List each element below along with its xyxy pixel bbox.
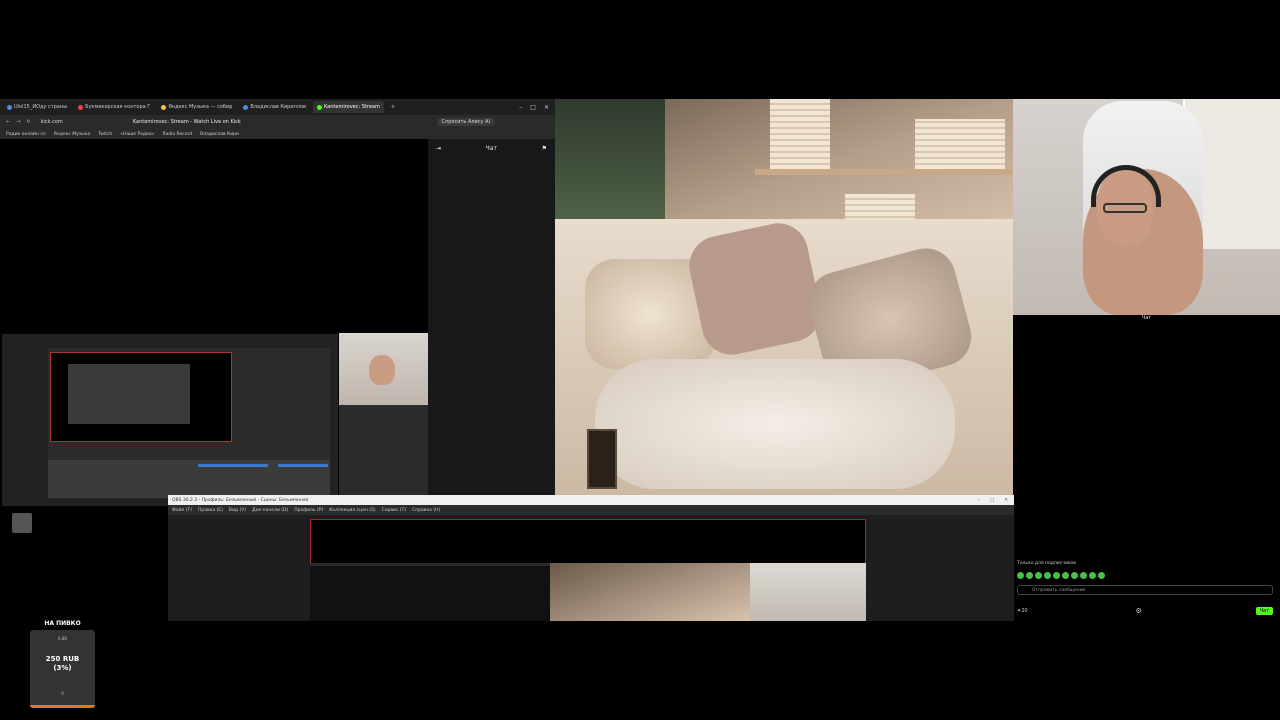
- tab-favicon-icon: [78, 104, 84, 110]
- new-tab-button[interactable]: +: [387, 101, 399, 113]
- bookmarks-bar: Радио онлайн сл Яндекс Музыка Twitch «На…: [0, 129, 555, 139]
- chat-controls: ✦ 20 ⚙ Чат: [1017, 605, 1273, 617]
- donation-title: НА ПИВКО: [44, 620, 81, 627]
- tab-0[interactable]: Ulol15_ИОду страны: [3, 101, 71, 113]
- points-count: 20: [1021, 608, 1028, 614]
- bookmark-item[interactable]: Яндекс Музыка: [54, 132, 91, 137]
- emote-icon[interactable]: [1071, 572, 1078, 579]
- donation-subtitle: 0.88: [58, 636, 67, 641]
- tab-4-active[interactable]: Kantemirovec: Stream: [312, 101, 384, 113]
- webcam-feed: [1013, 99, 1280, 315]
- obs-window: OBS 30.2.3 - Профиль: Безымянный - Сцены…: [168, 495, 1014, 621]
- emote-icon[interactable]: [1080, 572, 1087, 579]
- tab-3[interactable]: Владислав Кириллов: [239, 101, 310, 113]
- close-icon[interactable]: ✕: [1004, 498, 1008, 503]
- meter-bar: [198, 464, 268, 467]
- emote-icon[interactable]: [1035, 572, 1042, 579]
- lantern: [587, 429, 617, 489]
- page-title: Kantemirovec: Stream - Watch Live on Kic…: [132, 119, 241, 125]
- chat-header: Чат: [1141, 315, 1152, 321]
- glasses: [1103, 203, 1147, 213]
- obs-title-bar: OBS 30.2.3 - Профиль: Безымянный - Сцены…: [168, 495, 1014, 505]
- small-panel: [339, 405, 428, 507]
- window-controls: – □ ✕: [519, 104, 555, 111]
- donation-card: 0.88 250 RUB (3%) 0: [30, 630, 95, 708]
- bookmark-item[interactable]: Радио онлайн сл: [6, 132, 46, 137]
- gear-icon[interactable]: ⚙: [1135, 607, 1141, 615]
- emote-icon[interactable]: [1062, 572, 1069, 579]
- tab-favicon-icon: [7, 104, 12, 110]
- preview-webcam-source: [750, 563, 866, 621]
- tab-1[interactable]: Букмекерская контора Г: [74, 101, 154, 113]
- emote-row: [1017, 572, 1105, 579]
- obs-side-panel: [866, 519, 1006, 621]
- tab-2[interactable]: Яндекс Музыка — собир: [157, 101, 236, 113]
- desktop-screen: Ulol15_ИОду страны Букмекерская контора …: [0, 0, 1280, 720]
- maximize-icon[interactable]: □: [530, 104, 536, 111]
- alice-button[interactable]: Спросить Алису AI: [436, 118, 495, 126]
- chat-message-input[interactable]: Отправить сообщение: [1017, 585, 1273, 595]
- collapse-icon[interactable]: ⇥: [436, 145, 441, 152]
- bookmark-item[interactable]: «Наше Радио»: [120, 132, 154, 137]
- menu-docks[interactable]: Док-панели (D): [252, 508, 288, 513]
- menu-help[interactable]: Справка (H): [412, 508, 440, 513]
- reload-icon[interactable]: ↻: [26, 119, 30, 125]
- chat-send-button[interactable]: Чат: [1255, 607, 1273, 615]
- preview-room-source: [550, 563, 750, 621]
- maximize-icon[interactable]: □: [990, 498, 994, 503]
- menu-edit[interactable]: Правка (E): [198, 508, 223, 513]
- tab-favicon-icon: [161, 104, 167, 110]
- books: [770, 99, 830, 169]
- emote-icon[interactable]: [1026, 572, 1033, 579]
- nested-mixer: [48, 460, 330, 498]
- menu-file[interactable]: Файл (F): [172, 508, 192, 513]
- obs-title: OBS 30.2.3 - Профиль: Безымянный - Сцены…: [172, 497, 309, 503]
- kick-favicon-icon: [316, 104, 322, 110]
- minimize-icon[interactable]: –: [519, 104, 522, 111]
- menu-scene-collection[interactable]: Коллекция сцен (S): [329, 508, 375, 513]
- emote-icon[interactable]: [1017, 572, 1024, 579]
- emote-icon[interactable]: [1044, 572, 1051, 579]
- tab-favicon-icon: [243, 104, 249, 110]
- chat-header: Чат: [485, 144, 497, 152]
- meter-bar: [278, 464, 328, 467]
- books: [915, 119, 1005, 169]
- donation-percent: (3%): [53, 664, 72, 672]
- preview-browser-source: [310, 563, 550, 621]
- address-bar: ← → ↻ kick.com Kantemirovec: Stream - Wa…: [0, 115, 555, 129]
- emote-icon[interactable]: [1089, 572, 1096, 579]
- donation-zero: 0: [61, 691, 64, 696]
- nested-screen-capture: [2, 334, 338, 506]
- tab-bar: Ulol15_ИОду страны Букмекерская контора …: [0, 99, 555, 115]
- minimize-icon[interactable]: –: [978, 498, 980, 503]
- small-webcam-thumbnail: [339, 333, 428, 405]
- forward-icon[interactable]: →: [16, 119, 20, 125]
- bookmark-item[interactable]: Twitch: [98, 132, 112, 137]
- donation-goal-widget: НА ПИВКО 0.88 250 RUB (3%) 0: [30, 620, 95, 708]
- menu-view[interactable]: Вид (V): [229, 508, 246, 513]
- bookmark-item[interactable]: Radio Record: [162, 132, 192, 137]
- emote-icon[interactable]: [1053, 572, 1060, 579]
- emote-icon[interactable]: [1098, 572, 1105, 579]
- nested-preview-inner: [68, 364, 190, 424]
- fur-blanket: [595, 359, 955, 489]
- menu-profile[interactable]: Профиль (P): [294, 508, 323, 513]
- cozy-room-image: [555, 99, 1013, 495]
- url-input[interactable]: kick.com: [41, 119, 63, 125]
- right-chat-panel: Чат Только для подписчиков Отправить соо…: [1013, 315, 1280, 620]
- bookmark-item[interactable]: Владислав Кири: [200, 132, 239, 137]
- donation-amount: 250 RUB: [45, 655, 80, 663]
- obs-menu-bar: Файл (F) Правка (E) Вид (V) Док-панели (…: [168, 505, 1014, 515]
- menu-tools[interactable]: Сервис (T): [382, 508, 407, 513]
- popout-icon[interactable]: ⚑: [542, 145, 547, 152]
- desktop-icon[interactable]: [12, 513, 32, 533]
- shelf: [755, 169, 1013, 175]
- back-icon[interactable]: ←: [6, 119, 10, 125]
- person-thumbnail: [369, 355, 395, 385]
- sub-only-notice: Только для подписчиков: [1017, 561, 1076, 566]
- close-icon[interactable]: ✕: [544, 104, 549, 111]
